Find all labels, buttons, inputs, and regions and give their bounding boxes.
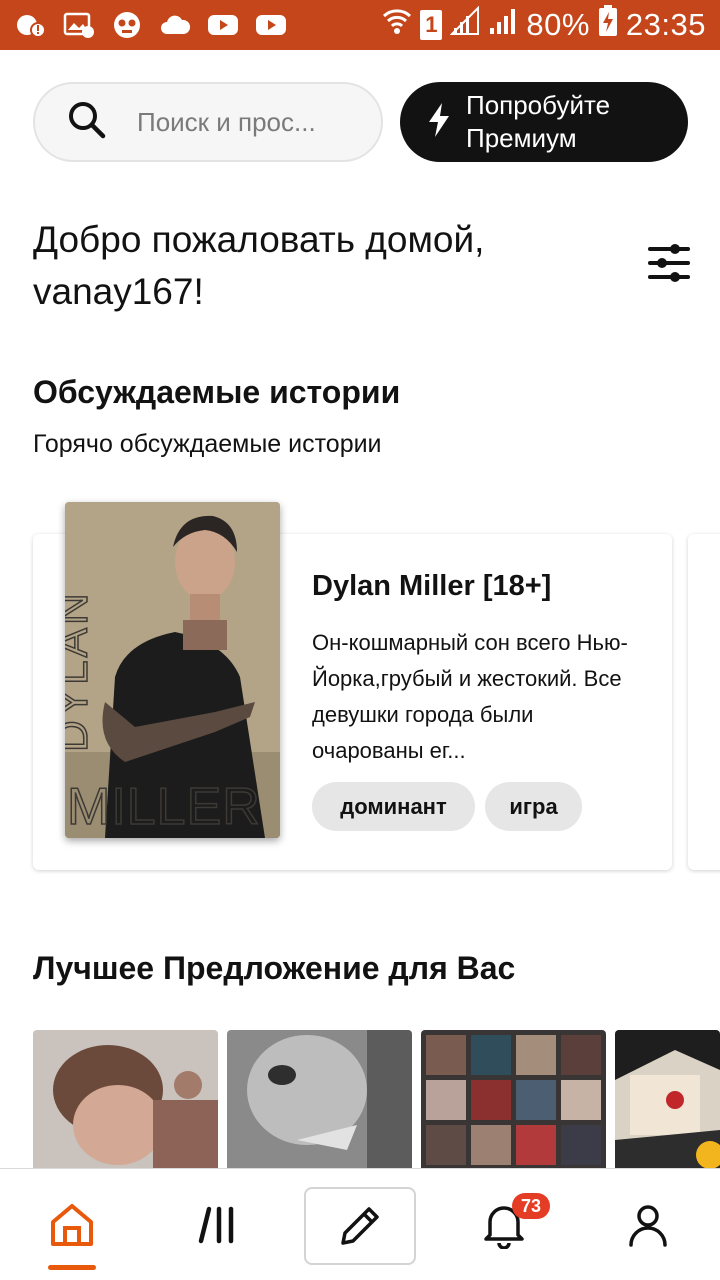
tag-chip[interactable]: игра [485,782,582,831]
wifi-icon [382,6,412,44]
premium-label-line2: Премиум [466,123,577,153]
preferences-button[interactable] [646,240,692,286]
story-cover[interactable]: DYLAN MILLER [65,502,280,838]
profile-icon [629,1205,667,1247]
recommended-story-cover[interactable] [615,1030,720,1170]
cover-bottom-title: MILLER [67,778,261,836]
cover-image [33,1030,218,1170]
search-placeholder: Поиск и прос... [137,106,316,137]
signal-icon-2 [488,6,518,44]
try-premium-button[interactable]: Попробуйте Премиум [400,82,688,162]
tag-chip[interactable]: доминант [312,782,475,831]
welcome-heading: Добро пожаловать домой, vanay167! [33,214,593,318]
discussed-section-title: Обсуждаемые истории [33,374,401,410]
pencil-icon [341,1207,379,1245]
active-tab-indicator [48,1265,96,1270]
story-card-next[interactable] [688,534,720,870]
notifications-count-badge: 73 [512,1193,550,1219]
nav-profile[interactable] [598,1169,698,1280]
best-offer-title: Лучшее Предложение для Вас [33,950,516,986]
cover-vertical-title: DYLAN [65,590,97,752]
nav-notifications[interactable] [454,1169,554,1280]
welcome-line1: Добро пожаловать домой, [33,219,485,260]
sim-icon: 1 [420,10,443,40]
battery-percent: 80% [526,7,590,42]
search-input[interactable]: Поиск и прос... [33,82,383,162]
status-bar: 1 80% 23:35 [0,0,720,50]
clock: 23:35 [625,7,706,42]
library-icon [198,1206,234,1244]
signal-icon [449,5,480,44]
story-title[interactable]: Dylan Miller [18+] [312,570,551,603]
gallery-notification-icon [62,10,96,40]
youtube-icon [206,10,240,40]
recommended-story-cover[interactable] [33,1030,218,1170]
cover-image [227,1030,412,1170]
story-description: Он-кошмарный сон всего Нью-Йорка,грубый … [312,630,628,763]
cover-image [615,1030,720,1170]
premium-label-line1: Попробуйте [466,90,611,120]
welcome-username: vanay167! [33,271,204,312]
nav-write[interactable] [304,1187,416,1265]
lightning-icon [426,102,452,143]
alert-notification-icon [14,10,48,40]
discussed-section-subtitle: Горячо обсуждаемые истории [33,430,382,458]
nav-library[interactable] [168,1169,268,1280]
bottom-navigation: 73 [0,1168,720,1280]
cloud-icon [158,10,192,40]
youtube-icon-2 [254,10,288,40]
skull-notification-icon [110,10,144,40]
cover-image [421,1030,606,1170]
battery-icon [598,5,618,45]
home-icon [51,1204,93,1246]
recommended-story-cover[interactable] [227,1030,412,1170]
nav-home[interactable] [22,1169,122,1280]
cover-image: DYLAN MILLER [65,502,280,838]
search-icon [67,100,107,145]
sliders-icon [648,244,690,282]
recommended-story-cover[interactable] [421,1030,606,1170]
